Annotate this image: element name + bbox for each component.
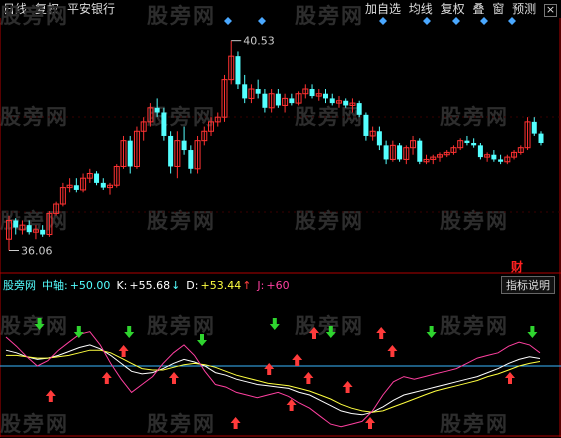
signal-up-arrow-icon [292, 354, 303, 366]
candle-body-down [531, 121, 537, 134]
signal-down-arrow-icon [73, 326, 84, 338]
info-marker-icon [379, 17, 387, 25]
info-marker-icon [423, 17, 431, 25]
signal-up-arrow-icon [230, 417, 241, 429]
candle-body-down [343, 100, 349, 106]
signal-up-arrow-icon [264, 363, 275, 375]
candle-body-down [323, 93, 329, 99]
candle-body-down [94, 173, 100, 183]
candle-body-down [538, 133, 544, 143]
indicator-line-k [5, 344, 541, 416]
d-arrow-icon: ↑ [242, 279, 252, 292]
candle-body-down [356, 103, 362, 115]
candle-body-down [181, 140, 187, 151]
signal-up-arrow-icon [505, 372, 515, 384]
signal-up-arrow-icon [376, 327, 387, 339]
indicator-header: 股旁网 中轴: +50.00 K: +55.68↓ D: +53.44↑ J: +60 [3, 277, 296, 293]
info-marker-icon [258, 17, 266, 25]
info-marker-icon [452, 17, 460, 25]
candle-body-down [255, 89, 261, 94]
candle-body-down [491, 154, 497, 160]
candle-body-down [235, 56, 241, 85]
candle-body-down [127, 140, 133, 167]
candle-body-down [154, 107, 160, 113]
mid-value: +50.00 [69, 279, 111, 292]
candle-body-down [363, 114, 369, 136]
signal-up-arrow-icon [101, 372, 112, 384]
signal-up-arrow-icon [118, 345, 129, 357]
signal-down-arrow-icon [34, 318, 45, 330]
candle-body-down [397, 145, 403, 160]
indicator-name[interactable]: 股旁网 [3, 279, 36, 292]
k-arrow-icon: ↓ [171, 279, 181, 292]
signal-up-arrow-icon [309, 327, 319, 339]
candle-body-down [73, 185, 79, 190]
signal-up-arrow-icon [387, 345, 398, 357]
signal-down-arrow-icon [426, 326, 437, 338]
signal-down-arrow-icon [124, 326, 135, 338]
k-label: K: [116, 279, 128, 292]
info-marker-icon [508, 17, 516, 25]
candle-body-down [289, 98, 295, 104]
candle-body-down [275, 93, 281, 106]
signal-down-arrow-icon [527, 326, 538, 338]
candle-body-down [383, 145, 389, 160]
candle-body-down [242, 84, 248, 99]
candle-body-down [262, 93, 268, 108]
signal-up-arrow-icon [169, 372, 179, 384]
candle-body-down [464, 140, 470, 143]
candle-body-down [477, 145, 483, 158]
candle-body-down [100, 182, 106, 188]
info-marker-icon [224, 17, 232, 25]
candle-body-down [161, 112, 167, 136]
candle-body-down [498, 159, 504, 162]
signal-up-arrow-icon [342, 381, 353, 393]
j-value: +60 [266, 279, 290, 292]
signal-up-arrow-icon [45, 390, 56, 402]
candle-body-down [329, 98, 335, 104]
candle-body-down [471, 143, 477, 146]
candle-body-down [26, 225, 32, 233]
d-label: D: [186, 279, 199, 292]
finance-badge[interactable]: 财 [511, 258, 523, 275]
d-value: +53.44 [200, 279, 242, 292]
signal-down-arrow-icon [197, 334, 207, 346]
info-marker-icon [480, 17, 488, 25]
candle-body-down [376, 131, 382, 146]
candle-body-down [417, 140, 423, 162]
indicator-help-button[interactable]: 指标说明 [501, 276, 555, 294]
low-price-label: 36.06 [21, 244, 53, 257]
candle-body-down [40, 229, 46, 235]
mid-label: 中轴: [42, 279, 68, 292]
candle-body-down [188, 150, 194, 169]
signal-up-arrow-icon [303, 372, 314, 384]
high-price-label: 40.53 [243, 35, 275, 48]
signal-up-arrow-icon [365, 417, 375, 429]
candle-body-down [309, 89, 315, 97]
candle-body-down [13, 220, 19, 228]
candle-body-down [168, 135, 174, 167]
j-label: J: [257, 279, 265, 292]
signal-down-arrow-icon [325, 326, 336, 338]
stock-chart[interactable]: 40.53 36.06 [0, 0, 561, 437]
k-value: +55.68 [129, 279, 171, 292]
signal-down-arrow-icon [269, 318, 280, 330]
